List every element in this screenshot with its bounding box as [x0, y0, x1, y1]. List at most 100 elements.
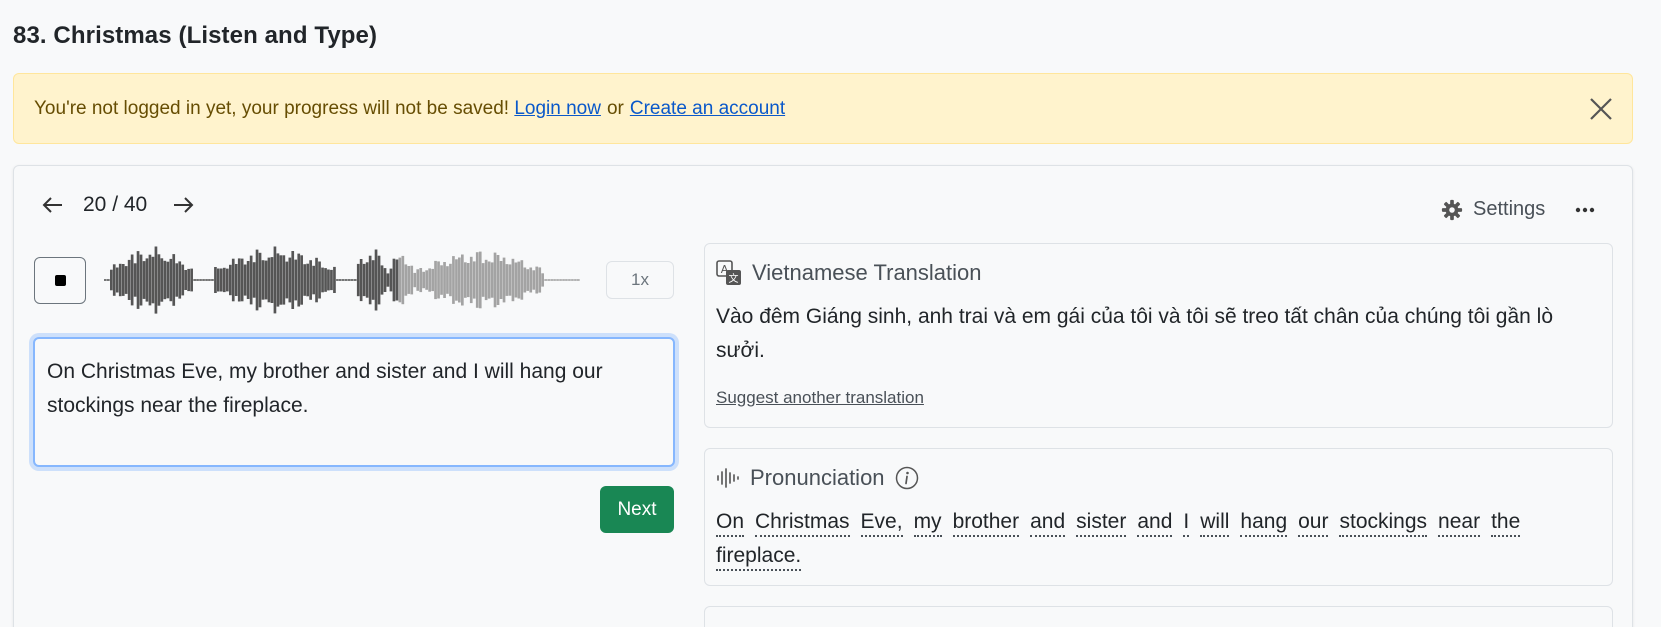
info-icon[interactable]	[895, 466, 919, 490]
waveform-bar	[229, 264, 232, 296]
pronunciation-word[interactable]: Eve,	[860, 509, 903, 537]
waveform-bar	[327, 269, 330, 291]
next-arrow-icon[interactable]	[170, 193, 196, 217]
waveform-bar	[112, 264, 116, 296]
pronunciation-word[interactable]: On	[716, 509, 745, 537]
waveform-bar	[493, 252, 497, 308]
waveform-bar	[202, 279, 205, 281]
playback-speed-button[interactable]: 1x	[606, 261, 674, 299]
waveform-bar	[187, 268, 190, 292]
stop-button[interactable]	[34, 257, 86, 304]
waveform-bar	[181, 264, 185, 296]
pronunciation-word[interactable]: I	[1183, 509, 1190, 537]
more-options-icon[interactable]	[1574, 199, 1596, 221]
waveform-bar	[249, 255, 253, 305]
waveform-bar	[246, 261, 250, 299]
answer-textarea[interactable]	[33, 337, 675, 467]
waveform-bar	[541, 273, 544, 287]
waveform-bar	[386, 273, 390, 287]
waveform-bar	[353, 279, 357, 281]
waveform-bar	[267, 257, 271, 303]
waveform-bar	[303, 264, 306, 296]
waveform-bar	[392, 258, 396, 302]
waveform-bar	[330, 269, 333, 291]
waveform-bar	[371, 260, 375, 300]
waveform-bar	[139, 254, 143, 306]
waveform-bar	[404, 264, 408, 296]
waveform-bar	[324, 268, 327, 292]
waveform-bar	[487, 261, 491, 299]
waveform-bar	[348, 279, 351, 281]
waveform-bar	[237, 258, 241, 302]
waveform-bar	[496, 255, 500, 305]
waveform-bar	[523, 267, 527, 293]
pronunciation-word[interactable]: fireplace.	[716, 543, 802, 571]
pronunciation-word[interactable]: Christmas	[755, 509, 850, 537]
waveform-bar	[356, 263, 360, 297]
audio-waveform[interactable]	[104, 242, 580, 318]
waveform-bar	[211, 279, 214, 281]
translation-text: Vào đêm Giáng sinh, anh trai và em gái c…	[716, 305, 1554, 362]
waveform-bar	[464, 262, 467, 298]
settings-label: Settings	[1473, 198, 1546, 220]
waveform-bar	[446, 266, 449, 294]
waveform-bar	[577, 279, 580, 281]
waveform-bar	[279, 255, 283, 305]
waveform-bar	[478, 251, 482, 309]
waveform-bar	[115, 267, 119, 293]
waveform-bar	[517, 261, 521, 299]
waveform-bar	[223, 267, 226, 293]
waveform-bar	[276, 253, 280, 307]
waveform-bar	[508, 264, 512, 296]
waveform-bar	[252, 262, 256, 298]
alert-or-text: or	[606, 97, 624, 119]
pronunciation-word[interactable]: brother	[952, 509, 1020, 537]
pronunciation-word[interactable]: hang	[1240, 509, 1288, 537]
next-panel	[704, 606, 1613, 627]
waveform-bar	[562, 279, 565, 281]
previous-arrow-icon[interactable]	[40, 193, 66, 217]
pronunciation-word[interactable]: and	[1137, 509, 1173, 537]
pronunciation-word[interactable]: our	[1298, 509, 1329, 537]
close-icon[interactable]	[1588, 96, 1614, 122]
waveform-bar	[368, 255, 372, 305]
waveform-bar	[514, 262, 518, 298]
waveform-bar	[380, 265, 384, 295]
waveform-bar	[184, 270, 187, 290]
waveform-bar	[345, 279, 348, 281]
waveform-bar	[178, 261, 182, 299]
waveform-bar	[190, 268, 193, 292]
pronunciation-word[interactable]: will	[1200, 509, 1230, 537]
pronunciation-word[interactable]: my	[913, 509, 942, 537]
waveform-bar	[297, 253, 301, 307]
waveform-bar	[142, 261, 146, 299]
pronunciation-word[interactable]: near	[1438, 509, 1481, 537]
settings-button[interactable]: Settings	[1441, 198, 1545, 221]
pronunciation-word[interactable]: and	[1030, 509, 1066, 537]
waveform-bar	[398, 257, 402, 303]
pronunciation-word[interactable]: the	[1491, 509, 1521, 537]
create-account-link[interactable]: Create an account	[630, 98, 785, 120]
waveform-bar	[127, 259, 131, 300]
pronunciation-word[interactable]: sister	[1076, 509, 1127, 537]
waveform-bar	[196, 279, 199, 281]
pronunciation-word[interactable]: stockings	[1339, 509, 1428, 537]
waveform-bar	[475, 252, 479, 308]
waveform-bar	[538, 267, 542, 293]
waveform-bar	[226, 268, 229, 292]
waveform-bar	[499, 261, 503, 299]
gear-icon	[1441, 199, 1463, 220]
waveform-bar	[511, 258, 515, 302]
waveform-bar	[208, 279, 211, 281]
waveform-bar	[529, 267, 533, 293]
waveform-bar	[273, 246, 277, 314]
waveform-bar	[532, 270, 536, 290]
waveform-bar	[428, 268, 431, 292]
suggest-translation-link[interactable]: Suggest another translation	[716, 388, 924, 408]
waveform-bar	[416, 269, 420, 291]
waveform-bar	[574, 279, 577, 281]
next-button[interactable]: Next	[600, 486, 674, 533]
login-link[interactable]: Login now	[514, 98, 601, 120]
waveform-bar	[490, 262, 494, 298]
waveform-bar	[556, 279, 559, 281]
